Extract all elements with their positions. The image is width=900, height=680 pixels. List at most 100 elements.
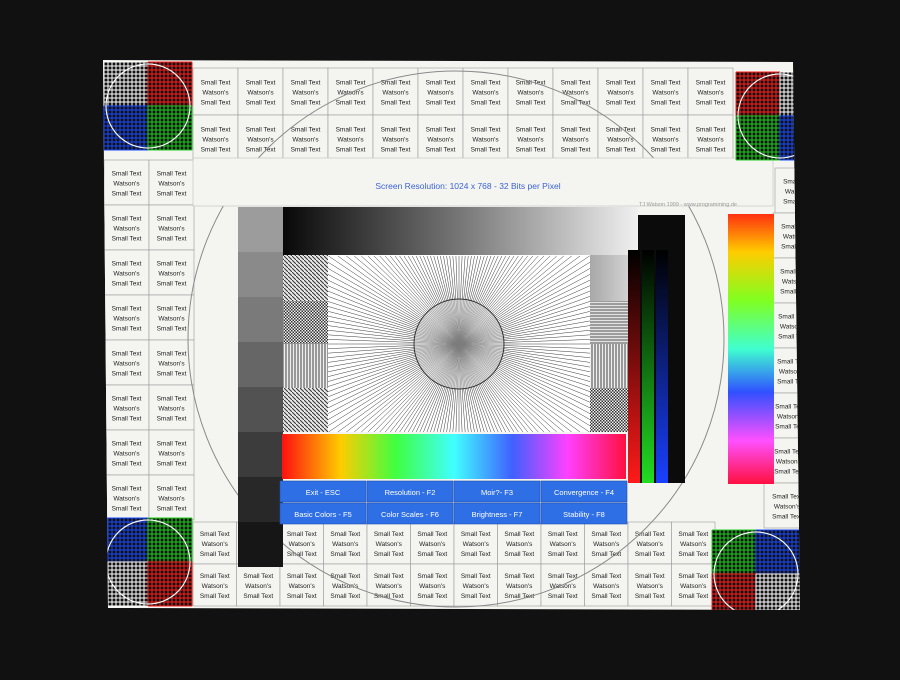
corner-grid — [103, 517, 193, 607]
cell-text-line: Watson's — [463, 583, 490, 590]
green-ramp — [642, 250, 654, 483]
function-key-button[interactable]: Color Scales - F6 — [366, 502, 454, 525]
cell-text-line: Small Text — [548, 531, 578, 538]
pattern-block — [283, 301, 328, 344]
cell-text-line: Small Text — [696, 127, 726, 134]
cell-text-line: Small Text — [426, 147, 456, 154]
cell-text-line: Small Text — [780, 269, 810, 276]
cell-text-line: Small Text — [374, 551, 404, 558]
projected-test-pattern: Small Text Watson's Small Text Small Text Wa… — [0, 0, 900, 675]
text-cell: Small TextWatson'sSmall Text — [103, 384, 150, 431]
cell-text-line: Small Text — [157, 326, 187, 333]
text-cell: Small Text Watson's Small Text — [774, 167, 813, 214]
function-key-button[interactable]: Moir?- F3 — [453, 480, 541, 503]
cell-text-line: Small Text — [774, 469, 804, 476]
cell-text-line: Small Text — [774, 449, 804, 456]
text-cell: Small TextWatson'sSmall Text — [148, 384, 195, 431]
cell-text-line: Watson's — [550, 541, 577, 548]
cell-text-line: Watson's — [113, 451, 140, 458]
cell-text-line: Small Text — [561, 100, 591, 107]
cell-text-line: Small Text — [330, 551, 360, 558]
cell-text-line: Small Text — [606, 147, 636, 154]
cell-text-line: Small Text — [471, 127, 501, 134]
cell-text-line: Watson's — [472, 137, 499, 144]
cell-text-line: Small Text — [561, 80, 591, 87]
function-key-button[interactable]: Exit - ESC — [279, 480, 367, 503]
cell-text-line: Small Text — [200, 593, 230, 600]
cell-text-line: Watson's — [158, 496, 185, 503]
cell-text-line: Small Text — [200, 551, 230, 558]
cell-text-line: Small Text — [778, 334, 808, 341]
pattern-block — [283, 388, 328, 432]
pattern-block — [283, 255, 328, 301]
cell-text-line: Small Text — [777, 379, 807, 386]
cell-text-line: Watson's — [517, 137, 544, 144]
cell-text-line: Watson's — [202, 90, 229, 97]
text-cell: Small TextWatson'sSmall Text — [236, 563, 281, 607]
gray-step — [238, 342, 283, 387]
cell-text-line: Small Text — [783, 199, 813, 206]
cell-text-line: Watson's — [779, 369, 806, 376]
gray-step — [238, 387, 283, 432]
text-cell: Small TextWatson'sSmall Text — [103, 294, 150, 341]
cell-text-line: Small Text — [775, 404, 805, 411]
blue-ramp — [656, 250, 668, 483]
color-scale-vertical — [728, 214, 774, 484]
cell-text-line: Small Text — [426, 127, 456, 134]
cell-text-line: Small Text — [157, 261, 187, 268]
cell-text-line: Small Text — [112, 461, 142, 468]
function-key-button[interactable]: Brightness - F7 — [453, 502, 541, 525]
cell-text-line: Small Text — [330, 573, 360, 580]
cell-text-line: Watson's — [289, 583, 316, 590]
cell-text-line: Small Text — [112, 326, 142, 333]
cell-text-line: Small Text — [381, 100, 411, 107]
cell-text-line: Small Text — [783, 179, 813, 186]
cell-text-line: Small Text — [417, 551, 447, 558]
function-key-button[interactable]: Convergence - F4 — [540, 480, 628, 503]
text-cell: Small Text Watson's Small Text — [540, 521, 585, 565]
text-cell: Small TextWatson'sSmall Text — [410, 563, 455, 607]
text-cell: Small TextWatson'sSmall Text — [671, 563, 716, 607]
cell-text-line: Small Text — [651, 147, 681, 154]
text-cell: Small TextWatson'sSmall Text — [597, 67, 644, 116]
cell-text-line: Watson's — [652, 137, 679, 144]
cell-text-line: Watson's — [113, 361, 140, 368]
cell-text-line: Watson's — [376, 541, 403, 548]
cell-text-line: Watson's — [776, 459, 803, 466]
text-cell: Small TextWatson'sSmall Text — [597, 114, 644, 163]
cell-text-line: Small Text — [112, 261, 142, 268]
cell-text-line: Watson's — [562, 137, 589, 144]
text-cell: Small TextWatson'sSmall Text — [148, 249, 195, 296]
cell-text-line: Small Text — [471, 147, 501, 154]
cell-text-line: Small Text — [201, 80, 231, 87]
cell-text-line: Watson's — [332, 583, 359, 590]
credit-text: TJ Watson 1999 - www.programming.de — [639, 202, 737, 208]
cell-text-line: Small Text — [548, 551, 578, 558]
gray-step — [238, 477, 283, 522]
text-cell: Small TextWatson'sSmall Text — [103, 249, 150, 296]
cell-text-line: Small Text — [246, 80, 276, 87]
cell-text-line: Watson's — [247, 137, 274, 144]
gray-gradient-bar — [283, 207, 638, 255]
cell-text-line: Small Text — [772, 514, 802, 521]
function-key-button[interactable]: Stability - F8 — [540, 502, 628, 525]
cell-text-line: Small Text — [548, 593, 578, 600]
function-key-button[interactable]: Basic Colors - F5 — [279, 502, 367, 525]
function-key-button[interactable]: Resolution - F2 — [366, 480, 454, 503]
cell-text-line: Watson's — [427, 90, 454, 97]
text-cell: Small TextWatson'sSmall Text — [772, 212, 800, 259]
cell-text-line: Watson's — [785, 189, 812, 196]
cell-text-line: Watson's — [158, 451, 185, 458]
cell-text-line: Small Text — [157, 171, 187, 178]
cell-text-line: Small Text — [651, 100, 681, 107]
cell-text-line: Watson's — [562, 90, 589, 97]
cell-text-line: Watson's — [506, 541, 533, 548]
cell-text-line: Small Text — [696, 147, 726, 154]
cell-text-line: Small Text — [157, 371, 187, 378]
gray-step — [238, 252, 283, 297]
test-pattern-canvas: Small Text Watson's Small Text Small Text Wa… — [103, 60, 813, 610]
text-cell: Small TextWatson'sSmall Text — [237, 114, 284, 163]
cell-text-line: Small Text — [112, 371, 142, 378]
text-cell: Small TextWatson'sSmall Text — [687, 67, 734, 116]
cell-text-line: Watson's — [247, 90, 274, 97]
